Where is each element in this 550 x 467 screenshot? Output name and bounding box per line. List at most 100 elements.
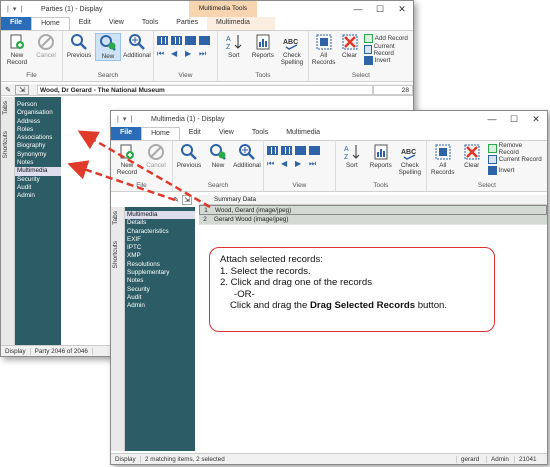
nav-item-details[interactable]: Details — [125, 219, 195, 227]
clear-button[interactable]: Clear — [338, 33, 360, 59]
current-record-button[interactable]: Current Record — [487, 154, 544, 165]
nav-item-notes[interactable]: Notes — [125, 277, 195, 285]
grid-view-icon[interactable] — [157, 36, 168, 45]
new-record-button[interactable]: New Record — [4, 33, 30, 66]
previous-button[interactable]: Previous — [66, 33, 92, 59]
search-new-button[interactable]: New — [95, 33, 121, 61]
drag-selected-records-icon[interactable]: ⇲ — [182, 195, 192, 205]
vtab-shortcuts[interactable]: Shortcuts — [111, 237, 120, 272]
tab-view[interactable]: View — [100, 17, 133, 30]
nav-item-associations[interactable]: Associations — [15, 134, 61, 142]
vtab-tabs[interactable]: Tabs — [111, 207, 120, 229]
pin-icon[interactable]: ✎ — [173, 196, 179, 204]
tab-multimedia[interactable]: Multimedia — [277, 127, 329, 140]
cancel-button[interactable]: Cancel — [143, 143, 169, 169]
nav-item-supplementary[interactable]: Supplementary — [125, 269, 195, 277]
maximize-icon[interactable]: ☐ — [503, 114, 525, 125]
tab-tools[interactable]: Tools — [133, 17, 167, 30]
drag-icon[interactable]: ⇲ — [15, 84, 29, 95]
tab-home[interactable]: Home — [31, 17, 70, 30]
reports-button[interactable]: Reports — [368, 143, 394, 169]
list-view-icon[interactable] — [171, 36, 182, 45]
prev-record-icon[interactable]: ◀ — [281, 159, 292, 168]
all-records-button[interactable]: All Records — [430, 143, 456, 176]
dropdown-icon[interactable]: ▾ — [123, 115, 127, 123]
nav-item-synonymy[interactable]: Synonymy — [15, 151, 61, 159]
close-icon[interactable]: ✕ — [525, 114, 547, 125]
window-controls: — ☐ ✕ — [481, 114, 547, 125]
tab-view[interactable]: View — [210, 127, 243, 140]
nav-item-multimedia[interactable]: Multimedia — [15, 167, 61, 176]
tab-multimedia[interactable]: Multimedia — [207, 17, 275, 30]
invert-button[interactable]: Invert — [487, 165, 544, 176]
table-row[interactable]: 1 Wood, Gerard (image/jpeg) — [199, 205, 547, 215]
nav-item-audit[interactable]: Audit — [15, 184, 61, 192]
title-bar: | ▾ | Multimedia (1) - Display — ☐ ✕ — [111, 111, 547, 127]
nav-item-organisation[interactable]: Organisation — [15, 109, 61, 117]
last-record-icon[interactable]: ⏭ — [199, 49, 210, 58]
remove-record-button[interactable]: Remove Record — [487, 142, 544, 156]
clear-button[interactable]: Clear — [459, 143, 485, 169]
vtab-shortcuts[interactable]: Shortcuts — [1, 127, 10, 162]
sort-button[interactable]: AZ Sort — [221, 33, 247, 59]
tab-home[interactable]: Home — [141, 127, 180, 140]
image-view-icon[interactable] — [199, 36, 210, 45]
check-spelling-button[interactable]: ABC Check Spelling — [279, 33, 305, 66]
nav-item-person[interactable]: Person — [15, 101, 61, 109]
tab-tools[interactable]: Tools — [243, 127, 277, 140]
nav-item-security[interactable]: Security — [15, 176, 61, 184]
minimize-icon[interactable]: — — [347, 4, 369, 15]
prev-record-icon[interactable]: ◀ — [171, 49, 182, 58]
invert-button[interactable]: Invert — [363, 55, 410, 66]
all-records-button[interactable]: All Records — [312, 33, 335, 66]
nav-item-iptc[interactable]: IPTC — [125, 244, 195, 252]
minimize-icon[interactable]: — — [481, 114, 503, 125]
nav-item-biography[interactable]: Biography — [15, 142, 61, 150]
sort-button[interactable]: AZ Sort — [339, 143, 365, 169]
additional-button[interactable]: Additional — [123, 33, 151, 59]
previous-button[interactable]: Previous — [176, 143, 202, 169]
tab-file[interactable]: File — [1, 17, 32, 30]
nav-item-characteristics[interactable]: Characteristics — [125, 228, 195, 236]
search-new-button[interactable]: New — [205, 143, 231, 169]
first-record-icon[interactable]: ⏮ — [157, 49, 168, 58]
nav-item-address[interactable]: Address — [15, 118, 61, 126]
tab-file[interactable]: File — [111, 127, 142, 140]
pin-icon[interactable]: ✎ — [1, 86, 15, 94]
last-record-icon[interactable]: ⏭ — [309, 159, 320, 168]
svg-text:A: A — [344, 146, 349, 153]
nav-item-audit[interactable]: Audit — [125, 294, 195, 302]
additional-button[interactable]: Additional — [233, 143, 261, 169]
nav-item-admin[interactable]: Admin — [125, 302, 195, 310]
nav-item-xmp[interactable]: XMP — [125, 252, 195, 260]
new-record-button[interactable]: New Record — [114, 143, 140, 176]
nav-item-notes[interactable]: Notes — [15, 159, 61, 167]
page-view-icon[interactable] — [185, 36, 196, 45]
clear-icon — [342, 34, 357, 50]
maximize-icon[interactable]: ☐ — [369, 4, 391, 15]
grid-view-icon[interactable] — [267, 146, 278, 155]
nav-item-roles[interactable]: Roles — [15, 126, 61, 134]
table-row[interactable]: 2 Gerard Wood (image/jpeg) — [199, 215, 547, 225]
tab-parties[interactable]: Parties — [167, 17, 207, 30]
current-record-button[interactable]: Current Record — [363, 43, 410, 57]
cancel-button[interactable]: Cancel — [33, 33, 59, 59]
nav-item-exif[interactable]: EXIF — [125, 236, 195, 244]
nav-item-admin[interactable]: Admin — [15, 192, 61, 200]
close-icon[interactable]: ✕ — [391, 4, 413, 15]
check-spelling-button[interactable]: ABC Check Spelling — [397, 143, 423, 176]
page-view-icon[interactable] — [295, 146, 306, 155]
next-record-icon[interactable]: ▶ — [185, 49, 196, 58]
image-view-icon[interactable] — [309, 146, 320, 155]
tab-edit[interactable]: Edit — [70, 17, 100, 30]
reports-button[interactable]: Reports — [250, 33, 276, 59]
vtab-tabs[interactable]: Tabs — [1, 97, 10, 119]
first-record-icon[interactable]: ⏮ — [267, 159, 278, 168]
nav-item-resolutions[interactable]: Resolutions — [125, 261, 195, 269]
list-view-icon[interactable] — [281, 146, 292, 155]
next-record-icon[interactable]: ▶ — [295, 159, 306, 168]
tab-edit[interactable]: Edit — [180, 127, 210, 140]
dropdown-icon[interactable]: ▾ — [13, 5, 17, 13]
nav-item-multimedia[interactable]: Multimedia — [125, 211, 195, 220]
nav-item-security[interactable]: Security — [125, 286, 195, 294]
